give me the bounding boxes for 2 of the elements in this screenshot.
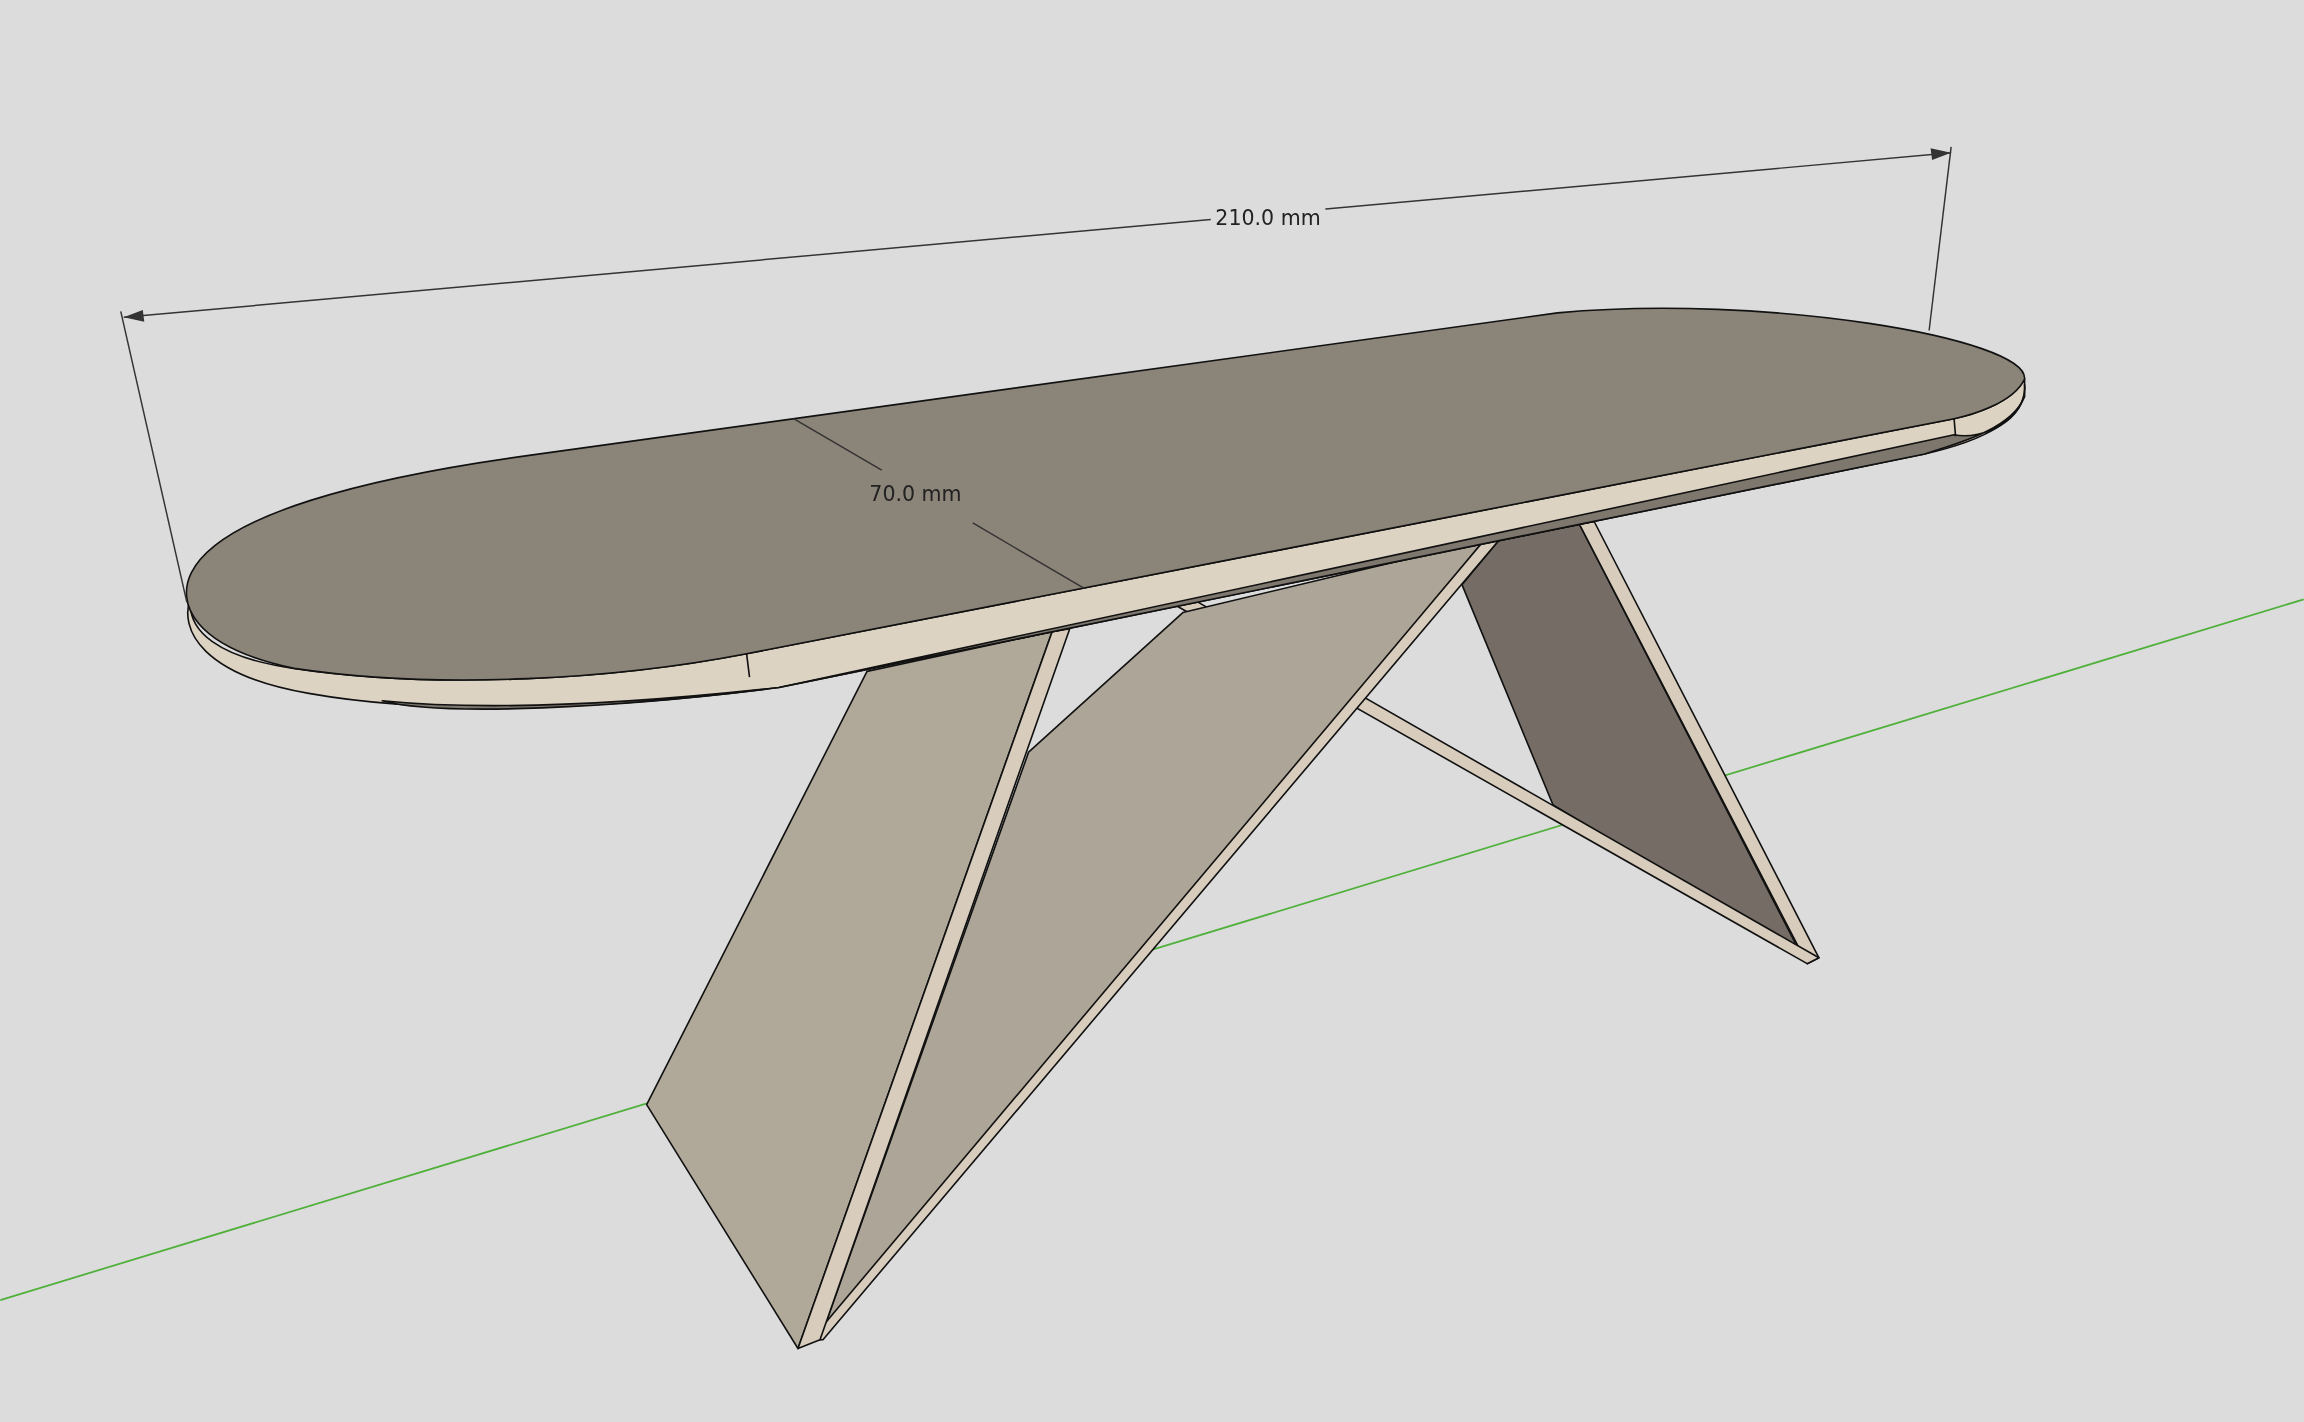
dimension-label: 210.0 mm: [1215, 205, 1321, 230]
dimension-label: 70.0 mm: [869, 481, 962, 506]
